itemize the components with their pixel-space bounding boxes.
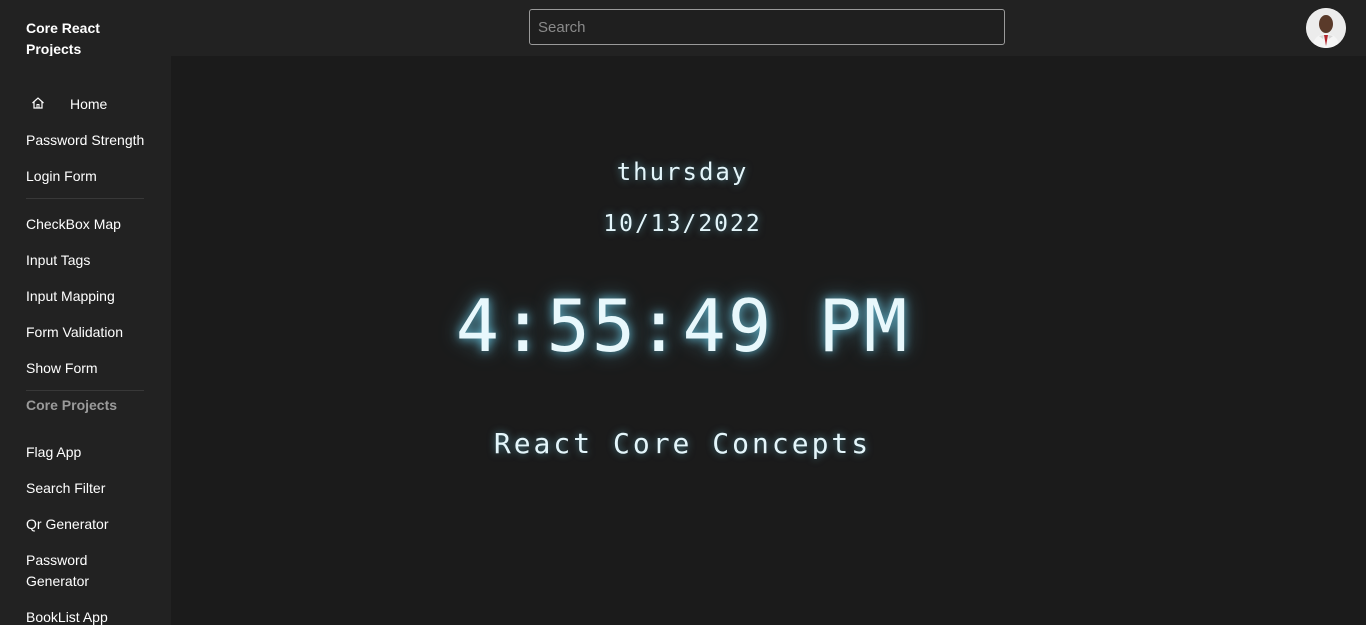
avatar[interactable] <box>1306 8 1346 48</box>
sidebar-item-input-tags[interactable]: Input Tags <box>26 250 156 271</box>
sidebar-item-password-generator[interactable]: Password Generator <box>26 550 106 592</box>
tagline: React Core Concepts <box>493 427 872 460</box>
sidebar-item-qr-generator[interactable]: Qr Generator <box>26 514 156 535</box>
top-bar: Core React Projects <box>0 0 1366 57</box>
sidebar-item-flag-app[interactable]: Flag App <box>26 442 156 463</box>
brand-title[interactable]: Core React Projects <box>26 18 146 60</box>
sidebar: Home Password Strength Login Form CheckB… <box>0 56 171 625</box>
sidebar-item-booklist-app[interactable]: BookList App <box>26 607 156 625</box>
clock-day: thursday <box>616 158 749 186</box>
clock-date: 10/13/2022 <box>603 211 762 237</box>
home-icon <box>32 97 44 109</box>
sidebar-item-input-mapping[interactable]: Input Mapping <box>26 286 156 307</box>
search-input[interactable] <box>529 9 1005 45</box>
sidebar-divider <box>26 198 144 199</box>
avatar-image <box>1306 8 1346 48</box>
sidebar-item-home[interactable]: Home <box>70 94 160 115</box>
clock-time: 4:55:49 PM <box>455 284 910 368</box>
sidebar-item-form-validation[interactable]: Form Validation <box>26 322 156 343</box>
sidebar-section-core-projects: Core Projects <box>26 397 118 413</box>
app-root: Core React Projects Home Password Streng… <box>0 0 1366 625</box>
sidebar-item-login-form[interactable]: Login Form <box>26 166 156 187</box>
sidebar-divider <box>26 390 144 391</box>
sidebar-item-show-form[interactable]: Show Form <box>26 358 156 379</box>
sidebar-item-checkbox-map[interactable]: CheckBox Map <box>26 214 156 235</box>
sidebar-item-search-filter[interactable]: Search Filter <box>26 478 156 499</box>
sidebar-item-password-strength[interactable]: Password Strength <box>26 130 156 151</box>
